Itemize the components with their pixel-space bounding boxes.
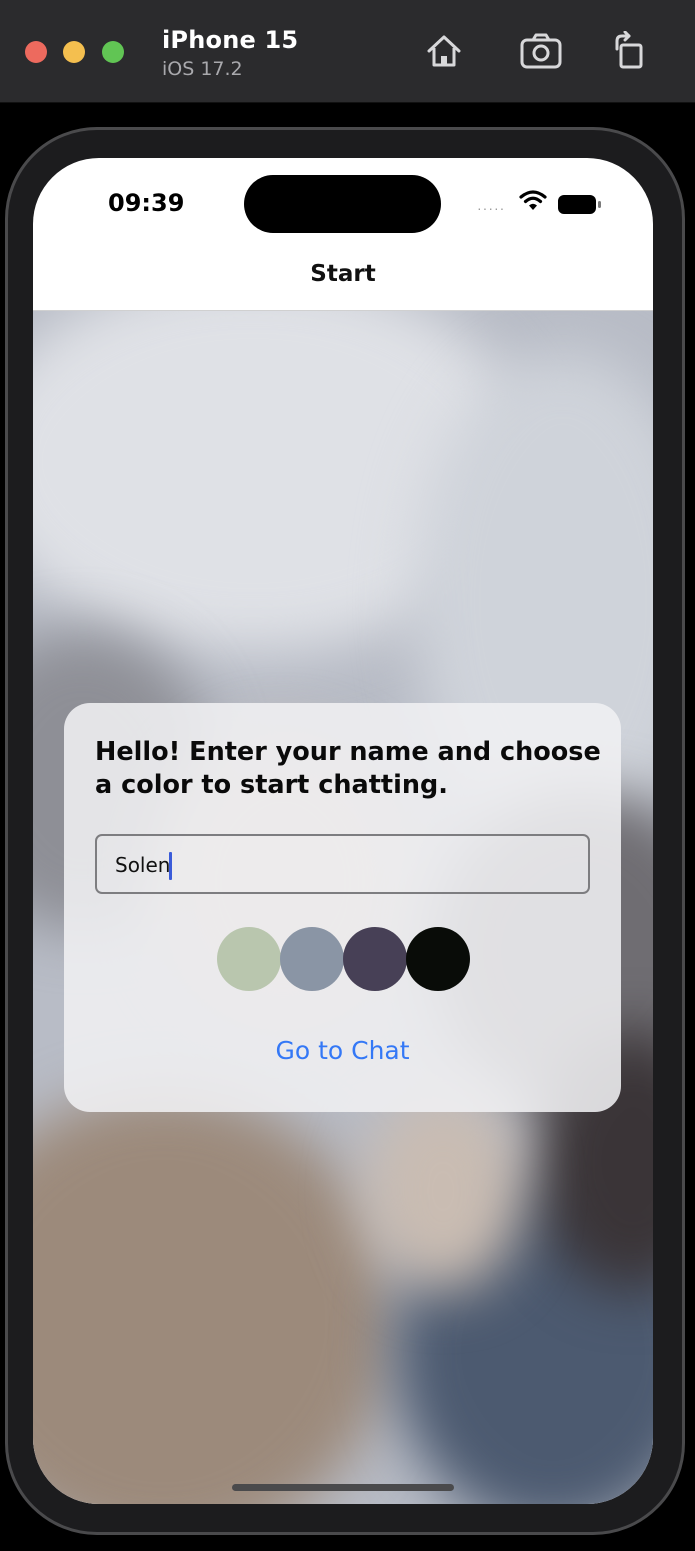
text-cursor [169,852,172,880]
color-swatch-dusk[interactable] [343,927,407,991]
cellular-signal: ····· [477,200,506,216]
start-form-card: Hello! Enter your name and choose a colo… [64,703,621,1112]
nav-divider [33,310,653,311]
iphone-screen: 09:39 ····· Start Hello! Enter your name… [33,158,653,1504]
home-indicator[interactable] [232,1484,454,1491]
color-picker [217,927,470,991]
color-swatch-sage[interactable] [217,927,281,991]
simulator-toolbar: iPhone 15 iOS 17.2 [0,0,695,103]
color-swatch-black[interactable] [406,927,470,991]
device-name: iPhone 15 [162,26,299,54]
screenshot-button[interactable] [518,28,564,74]
simulator-window: iPhone 15 iOS 17.2 09:39 ····· Start Hel… [0,0,695,1551]
status-time: 09:39 [108,189,185,217]
screenshot-icon [520,33,562,69]
go-to-chat-button[interactable]: Go to Chat [64,1036,621,1065]
color-swatch-slate[interactable] [280,927,344,991]
close-window-button[interactable] [25,41,47,63]
home-icon [427,35,461,67]
zoom-window-button[interactable] [102,41,124,63]
welcome-heading: Hello! Enter your name and choose a colo… [95,737,601,800]
name-field[interactable] [95,834,590,894]
minimize-window-button[interactable] [63,41,85,63]
page-title: Start [310,261,376,287]
home-button[interactable] [421,28,467,74]
dynamic-island [244,175,441,233]
os-version: iOS 17.2 [162,58,243,80]
wifi-icon [519,190,547,210]
rotate-button[interactable] [607,28,653,74]
rotate-icon [615,31,643,69]
name-input[interactable] [113,836,557,894]
battery-icon [558,195,601,214]
